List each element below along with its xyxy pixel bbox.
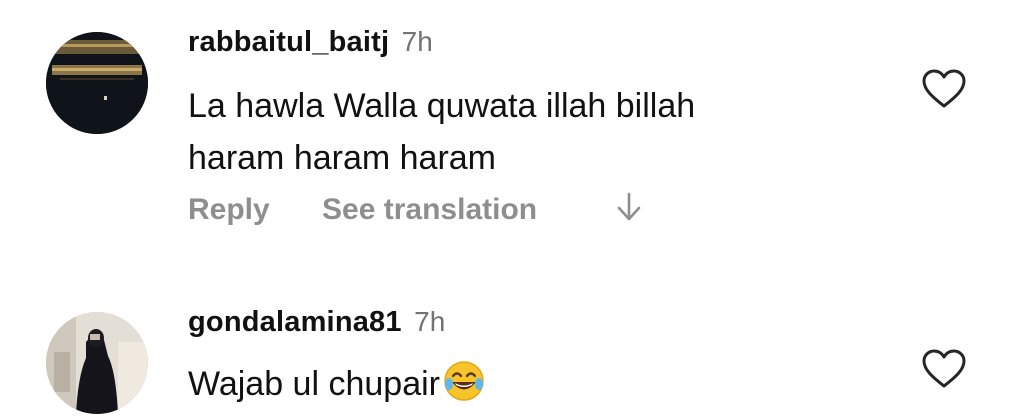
heart-outline-icon[interactable] — [921, 68, 967, 110]
timestamp: 7h — [414, 306, 446, 337]
comment-text-line: haram haram haram — [188, 139, 497, 177]
person-in-black-abaya-avatar-image — [46, 312, 148, 414]
comment-header: rabbaitul_baitj 7h — [188, 26, 433, 59]
user-avatar[interactable] — [46, 312, 148, 414]
comment-text-line: Wajab ul chupair — [188, 365, 440, 403]
username[interactable]: rabbaitul_baitj — [188, 26, 389, 58]
comment-item: rabbaitul_baitj 7h La hawla Walla quwata… — [0, 0, 1024, 260]
comment-item: gondalamina81 7h Wajab ul chupair — [0, 290, 1024, 419]
comment-text-line: La hawla Walla quwata illah billah — [188, 87, 696, 125]
timestamp: 7h — [401, 26, 433, 57]
user-avatar[interactable] — [46, 32, 148, 134]
reply-button[interactable]: Reply — [188, 193, 270, 227]
down-arrow-icon[interactable] — [615, 190, 643, 232]
tears-of-joy-emoji-icon — [442, 359, 486, 403]
kaaba-avatar-image — [46, 32, 148, 134]
comment-text: Wajab ul chupair — [188, 358, 486, 410]
comment-actions: Reply See translation — [188, 190, 643, 232]
comment-header: gondalamina81 7h — [188, 306, 445, 339]
heart-outline-icon[interactable] — [921, 348, 967, 390]
username[interactable]: gondalamina81 — [188, 306, 402, 338]
comment-text: La hawla Walla quwata illah billah haram… — [188, 80, 695, 184]
see-translation-button[interactable]: See translation — [322, 193, 537, 227]
